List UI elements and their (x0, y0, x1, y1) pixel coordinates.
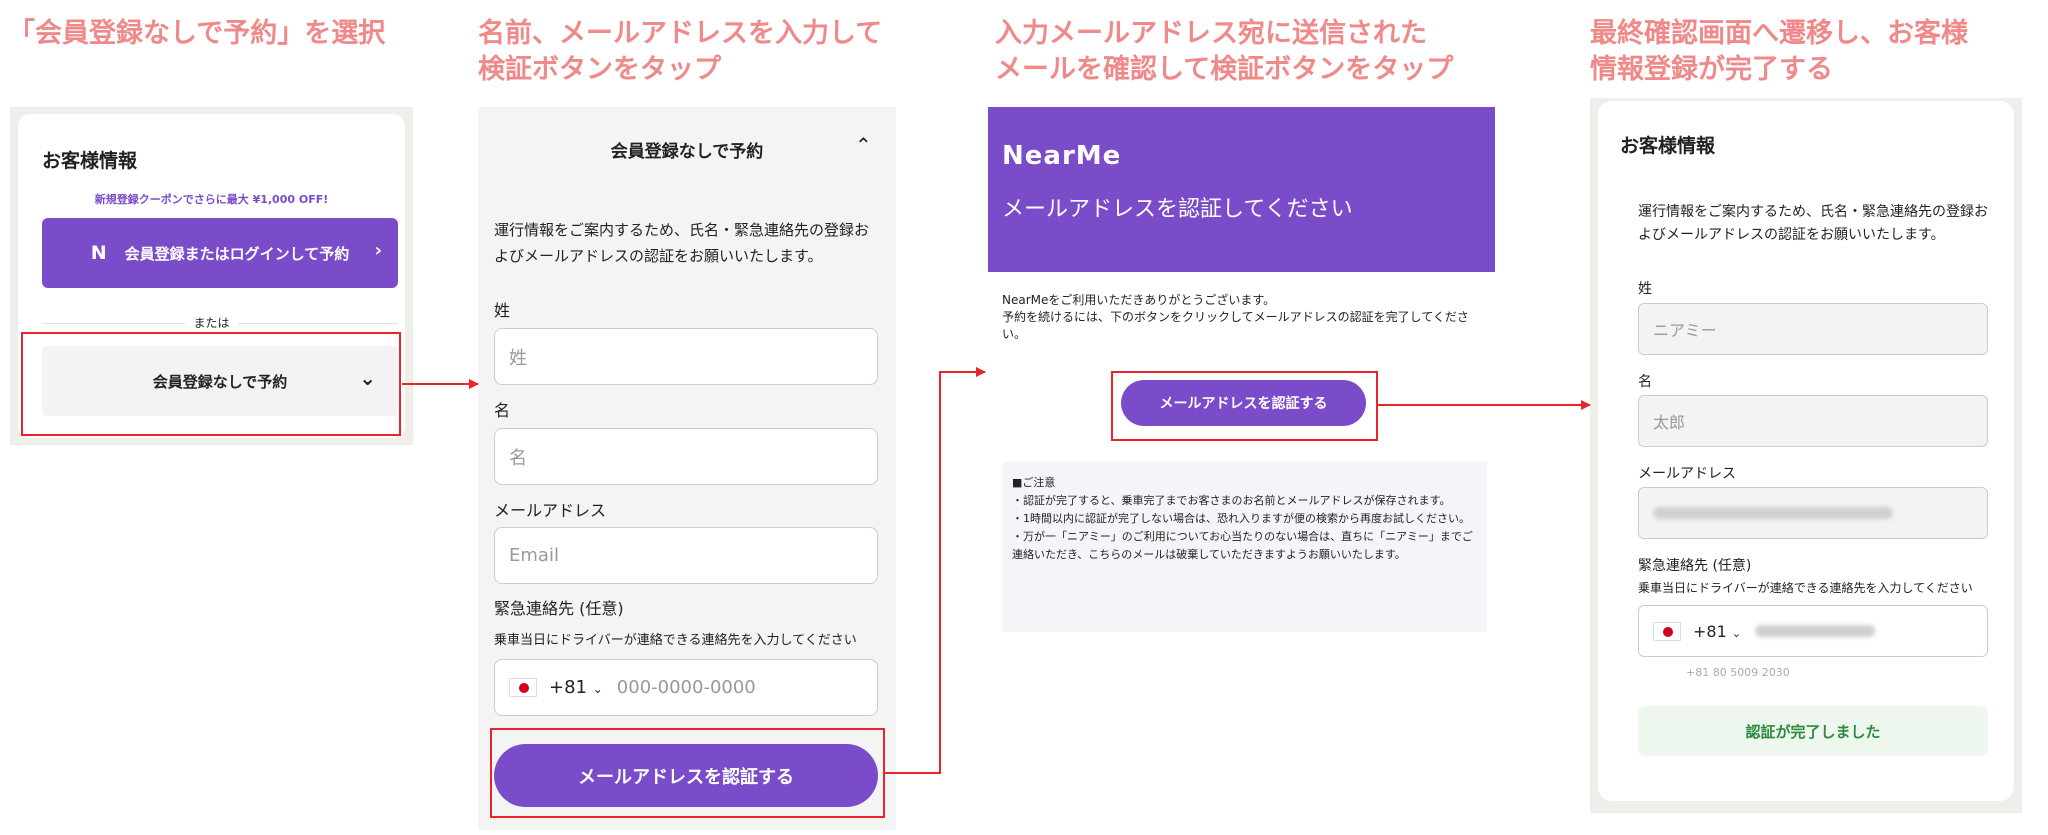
flow-arrows (402, 367, 1591, 774)
arrow-2 (885, 367, 986, 774)
